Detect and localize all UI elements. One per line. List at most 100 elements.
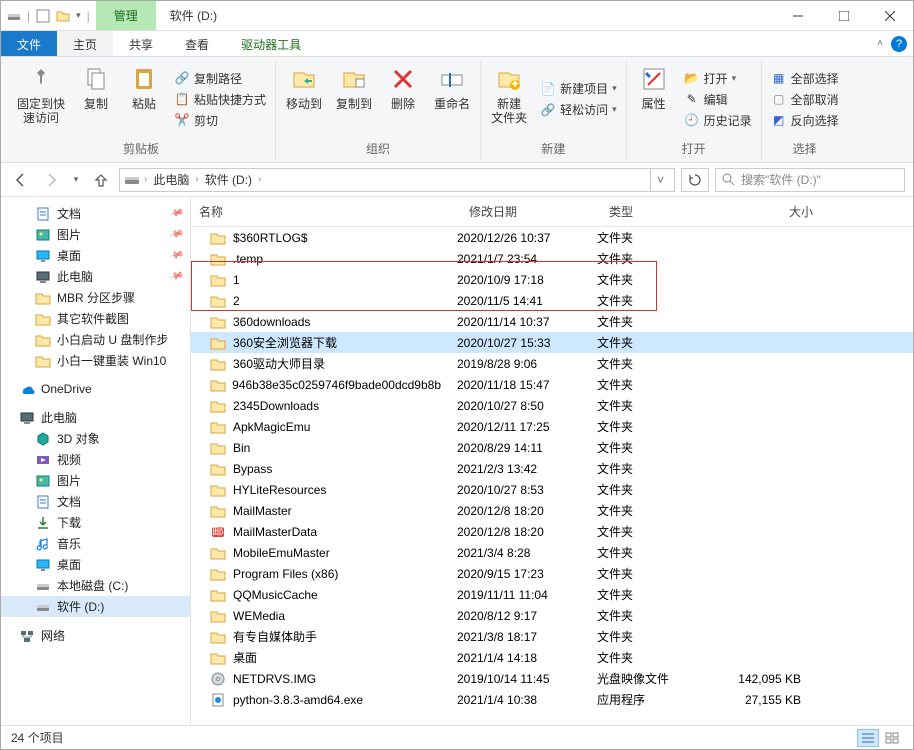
tab-drive-tools[interactable]: 驱动器工具 <box>225 31 317 56</box>
maximize-button[interactable] <box>821 1 867 30</box>
nav-item[interactable]: 图片 <box>1 224 190 245</box>
copy-button[interactable]: 复制 <box>75 61 117 113</box>
folder-icon <box>209 229 227 247</box>
tab-file[interactable]: 文件 <box>1 31 57 56</box>
file-row[interactable]: 360安全浏览器下载2020/10/27 15:33文件夹 <box>191 332 913 353</box>
nav-item[interactable]: MBR 分区步骤 <box>1 287 190 308</box>
history-button[interactable]: 🕘历史记录 <box>681 111 755 130</box>
qat-dropdown-icon[interactable]: ▾ <box>76 10 81 21</box>
file-row[interactable]: WEMedia2020/8/12 9:17文件夹 <box>191 605 913 626</box>
nav-item[interactable]: 音乐 <box>1 533 190 554</box>
address-dropdown[interactable]: ˅ <box>650 169 670 191</box>
nav-item[interactable]: 文档 <box>1 491 190 512</box>
tab-view[interactable]: 查看 <box>169 31 225 56</box>
copy-path-button[interactable]: 🔗复制路径 <box>171 69 269 88</box>
file-row[interactable]: HYLiteResources2020/10/27 8:53文件夹 <box>191 479 913 500</box>
minimize-button[interactable] <box>775 1 821 30</box>
nav-item[interactable]: 图片 <box>1 470 190 491</box>
file-row[interactable]: MailMaster2020/12/8 18:20文件夹 <box>191 500 913 521</box>
nav-item[interactable]: 软件 (D:) <box>1 596 190 617</box>
file-row[interactable]: 360downloads2020/11/14 10:37文件夹 <box>191 311 913 332</box>
chevron-icon[interactable]: › <box>144 174 147 185</box>
file-row[interactable]: .temp2021/1/7 23:54文件夹 <box>191 248 913 269</box>
nav-item[interactable]: 文档 <box>1 203 190 224</box>
move-to-button[interactable]: 移动到 <box>282 61 326 113</box>
new-item-button[interactable]: 📄新建项目 ▾ <box>537 79 620 98</box>
open-button[interactable]: 📂打开 ▾ <box>681 69 755 88</box>
file-row[interactable]: 360驱动大师目录2019/8/28 9:06文件夹 <box>191 353 913 374</box>
file-row[interactable]: 22020/11/5 14:41文件夹 <box>191 290 913 311</box>
file-row[interactable]: python-3.8.3-amd64.exe2021/1/4 10:38应用程序… <box>191 689 913 710</box>
file-row[interactable]: 946b38e35c0259746f9bade00dcd9b8b2020/11/… <box>191 374 913 395</box>
file-row[interactable]: NETDRVS.IMG2019/10/14 11:45光盘映像文件142,095… <box>191 668 913 689</box>
nav-item[interactable]: 下载 <box>1 512 190 533</box>
breadcrumb-drive[interactable]: 软件 (D:) <box>203 171 254 188</box>
close-button[interactable] <box>867 1 913 30</box>
ribbon-collapse-icon[interactable]: ˄ <box>877 38 883 49</box>
chevron-icon[interactable]: › <box>195 174 198 185</box>
nav-item[interactable]: OneDrive <box>1 379 190 399</box>
file-row[interactable]: 邮MailMasterData2020/12/8 18:20文件夹 <box>191 521 913 542</box>
file-row[interactable]: ApkMagicEmu2020/12/11 17:25文件夹 <box>191 416 913 437</box>
column-size[interactable]: 大小 <box>721 197 821 226</box>
edit-button[interactable]: ✎编辑 <box>681 90 755 109</box>
search-input[interactable]: 搜索"软件 (D:)" <box>715 168 905 192</box>
paste-shortcut-button[interactable]: 📋粘贴快捷方式 <box>171 90 269 109</box>
nav-item[interactable]: 视频 <box>1 449 190 470</box>
file-row[interactable]: Bin2020/8/29 14:11文件夹 <box>191 437 913 458</box>
checkbox-icon[interactable] <box>36 9 50 23</box>
nav-item[interactable]: 其它软件截图 <box>1 308 190 329</box>
nav-item[interactable]: 小白一键重装 Win10 <box>1 350 190 371</box>
navigation-pane[interactable]: 文档图片桌面此电脑MBR 分区步骤其它软件截图小白启动 U 盘制作步小白一键重装… <box>1 197 191 725</box>
file-row[interactable]: 桌面2021/1/4 14:18文件夹 <box>191 647 913 668</box>
nav-item[interactable]: 网络 <box>1 625 190 646</box>
details-view-button[interactable] <box>857 729 879 747</box>
column-type[interactable]: 类型 <box>601 197 721 226</box>
column-date[interactable]: 修改日期 <box>461 197 601 226</box>
rename-button[interactable]: 重命名 <box>430 61 474 113</box>
new-folder-button[interactable]: ✦新建 文件夹 <box>487 61 531 127</box>
nav-item[interactable]: 此电脑 <box>1 266 190 287</box>
contextual-tab-manage[interactable]: 管理 <box>96 1 156 30</box>
nav-item[interactable]: 桌面 <box>1 554 190 575</box>
nav-item[interactable]: 桌面 <box>1 245 190 266</box>
select-all-button[interactable]: ▦全部选择 <box>768 69 842 88</box>
forward-button[interactable] <box>39 168 63 192</box>
file-row[interactable]: Bypass2021/2/3 13:42文件夹 <box>191 458 913 479</box>
easy-access-button[interactable]: 🔗轻松访问 ▾ <box>537 100 620 119</box>
nav-item[interactable]: 小白启动 U 盘制作步 <box>1 329 190 350</box>
address-bar[interactable]: › 此电脑 › 软件 (D:) › ˅ <box>119 168 675 192</box>
column-headers[interactable]: 名称 修改日期 类型 大小 <box>191 197 913 227</box>
chevron-icon[interactable]: › <box>258 174 261 185</box>
back-button[interactable] <box>9 168 33 192</box>
nav-item[interactable]: 本地磁盘 (C:) <box>1 575 190 596</box>
tab-share[interactable]: 共享 <box>113 31 169 56</box>
file-list[interactable]: $360RTLOG$2020/12/26 10:37文件夹.temp2021/1… <box>191 227 913 725</box>
pin-to-quick-access-button[interactable]: 固定到快 速访问 <box>13 61 69 127</box>
delete-button[interactable]: 删除 <box>382 61 424 113</box>
copy-to-button[interactable]: 复制到 <box>332 61 376 113</box>
thumbnails-view-button[interactable] <box>881 729 903 747</box>
invert-selection-button[interactable]: ◩反向选择 <box>768 111 842 130</box>
file-row[interactable]: Program Files (x86)2020/9/15 17:23文件夹 <box>191 563 913 584</box>
help-icon[interactable]: ? <box>891 36 907 52</box>
nav-item[interactable]: 3D 对象 <box>1 428 190 449</box>
recent-dropdown[interactable]: ▾ <box>69 168 83 192</box>
file-row[interactable]: 2345Downloads2020/10/27 8:50文件夹 <box>191 395 913 416</box>
up-button[interactable] <box>89 168 113 192</box>
breadcrumb-thispc[interactable]: 此电脑 <box>151 171 191 188</box>
file-size <box>709 278 809 282</box>
tab-home[interactable]: 主页 <box>57 31 113 56</box>
refresh-button[interactable] <box>681 168 709 192</box>
nav-item[interactable]: 此电脑 <box>1 407 190 428</box>
file-row[interactable]: QQMusicCache2019/11/11 11:04文件夹 <box>191 584 913 605</box>
properties-button[interactable]: 属性 <box>633 61 675 113</box>
column-name[interactable]: 名称 <box>191 197 461 226</box>
paste-button[interactable]: 粘贴 <box>123 61 165 113</box>
file-row[interactable]: MobileEmuMaster2021/3/4 8:28文件夹 <box>191 542 913 563</box>
select-none-button[interactable]: ▢全部取消 <box>768 90 842 109</box>
file-row[interactable]: $360RTLOG$2020/12/26 10:37文件夹 <box>191 227 913 248</box>
file-row[interactable]: 有专自媒体助手2021/3/8 18:17文件夹 <box>191 626 913 647</box>
cut-button[interactable]: ✂️剪切 <box>171 111 269 130</box>
file-row[interactable]: 12020/10/9 17:18文件夹 <box>191 269 913 290</box>
